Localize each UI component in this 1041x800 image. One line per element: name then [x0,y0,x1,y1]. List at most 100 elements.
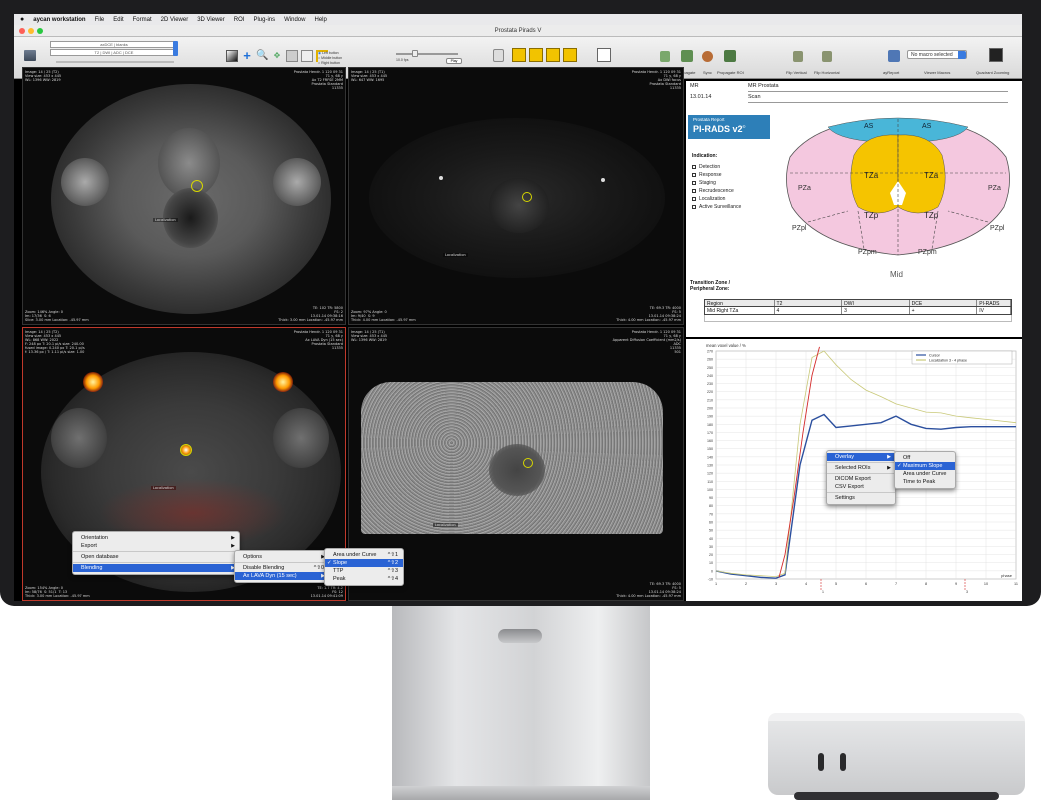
checkbox[interactable] [692,172,696,177]
checkbox[interactable] [692,196,696,201]
hp-layout-field-2[interactable]: T2 | DWI | ADC | DCE [50,49,176,56]
menu-item-options[interactable]: Options▶ [235,553,329,561]
curve-icon[interactable] [512,48,526,62]
menu-edit[interactable]: Edit [113,17,123,23]
flip-vertical-icon[interactable] [793,51,803,62]
zoom-window-button[interactable] [37,28,43,34]
menu-item-dicom-export[interactable]: DICOM Export [827,475,895,483]
curve-icon[interactable] [563,48,577,62]
viewport-t2[interactable]: Localization Image: 14 / 25 (T2) View si… [22,67,346,325]
hp-layout-slider[interactable] [56,61,174,63]
pirads-table: Region T2 DWI DCE PI-RADS Mid Right TZa 4 3 + IV [704,299,1012,322]
indication-item[interactable]: Detection [692,163,741,171]
y-tick-label: 170 [707,431,713,435]
menu-app-name[interactable]: aycan workstation [33,17,85,23]
sync-icon[interactable] [702,51,713,62]
viewer-macro-select[interactable]: No macro selected [907,50,967,59]
menu-help[interactable]: Help [314,17,326,23]
indication-item[interactable]: Localization [692,195,741,203]
menu-item-lava-dyn[interactable]: Ax LAVA Dyn (15 sec)▶ [235,572,329,580]
table-cell[interactable]: + [910,307,978,314]
reset-icon[interactable] [660,51,670,62]
menu-item-selected-rois[interactable]: Selected ROIs ▶ [827,464,895,472]
overlay-submenu: Off ✓ Maximum Slope Area under Curve Time… [894,451,956,489]
menu-item-area-under-curve-overlay[interactable]: Area under Curve [895,470,955,478]
quadrant-zooming-icon[interactable] [989,48,1003,62]
menu-plugins[interactable]: Plug-ins [253,17,275,23]
table-cell[interactable]: 3 [842,307,910,314]
overlay-bottom-right: TE: 102 TR: 5800 FS: 2 13.01.14 09:38:16… [278,306,343,322]
checkbox[interactable] [692,204,696,209]
menu-2d-viewer[interactable]: 2D Viewer [161,17,189,23]
menu-item-time-to-peak[interactable]: Time to Peak [895,478,955,486]
pan-icon[interactable]: ✥ [271,50,283,62]
menu-item-ttp[interactable]: TTP ^⇧3 [325,567,403,575]
menu-format[interactable]: Format [133,17,152,23]
mouse-tracking-icon[interactable] [597,48,611,62]
viewport-dwi[interactable]: Localization Image: 14 / 25 (T1) View si… [348,67,684,325]
checkbox[interactable] [692,188,696,193]
play-button[interactable]: Play [446,58,462,64]
roi-icon[interactable] [286,50,298,62]
indication-item[interactable]: Active Surveillance [692,203,741,211]
menu-item-peak[interactable]: Peak ^⇧4 [325,575,403,583]
propagate-icon[interactable] [681,50,693,62]
zone-tza-right: TZa [924,171,939,180]
flip-horizontal-icon[interactable] [822,51,832,62]
table-cell[interactable]: IV [977,307,1012,314]
indication-item[interactable]: Staging [692,179,741,187]
player-slider-thumb[interactable] [412,50,418,57]
player-slider[interactable] [396,53,458,55]
close-window-button[interactable] [19,28,25,34]
sync-label: Sync [703,70,712,75]
ayreport-icon[interactable] [888,50,900,62]
menu-item-slope[interactable]: ✓ Slope ^⇧2 [325,559,403,567]
indication-item[interactable]: Response [692,171,741,179]
zoom-icon[interactable]: 🔍 [256,50,268,62]
indication-item[interactable]: Recrudescence [692,187,741,195]
player-fps: 10.0 fps [396,58,409,62]
menu-item-csv-export[interactable]: CSV Export [827,483,895,491]
table-cell[interactable]: 4 [775,307,843,314]
curve-icon[interactable] [529,48,543,62]
propagate-roi-icon[interactable] [724,50,736,62]
menu-item-disable-blending[interactable]: Disable Blending ^⇧0 [235,564,329,572]
menu-item-export[interactable]: Export ▶ [73,542,239,550]
checkbox[interactable] [692,164,696,169]
menu-item-orientation[interactable]: Orientation ▶ [73,534,239,542]
database-icon[interactable] [24,50,36,61]
mac-mini [768,713,1025,800]
menu-roi[interactable]: ROI [234,17,245,23]
roi-circle[interactable] [191,180,203,192]
measure-icon[interactable] [301,50,313,62]
table-cell[interactable]: Mid Right TZa [705,307,775,314]
radio-right-button[interactable]: ○ Right button [318,61,342,66]
x-tick-label: 4 [805,582,807,586]
y-tick-label: 190 [707,415,713,419]
apple-icon[interactable]: ● [20,16,24,23]
menu-item-settings[interactable]: Settings [827,494,895,502]
table-header-cell: DCE [910,300,978,307]
menu-item-overlay[interactable]: Overlay ▶ [827,453,895,461]
menu-item-blending[interactable]: Blending▶ [73,564,239,572]
menu-window[interactable]: Window [284,17,305,23]
roi-circle[interactable] [522,192,532,202]
menu-item-open-database[interactable]: Open database [73,553,239,561]
menu-item-maximum-slope[interactable]: ✓ Maximum Slope [895,462,955,470]
checkbox[interactable] [692,180,696,185]
menu-file[interactable]: File [95,17,105,23]
roi-circle[interactable] [180,444,192,456]
overlay-top-right: Prostata Hendr. 1 120 09 31 71 y, 68 y A… [612,330,681,354]
hp-layout-field-1[interactable]: axDCE | blanks [50,41,176,48]
chevron-down-icon[interactable] [958,51,966,59]
crosshair-icon[interactable]: + [241,49,253,62]
window-level-icon[interactable] [226,50,238,62]
curve-icon[interactable] [546,48,560,62]
menu-item-off[interactable]: Off [895,454,955,462]
minimize-window-button[interactable] [28,28,34,34]
menu-item-area-under-curve[interactable]: Area under Curve ^⇧1 [325,551,403,559]
menu-3d-viewer[interactable]: 3D Viewer [197,17,225,23]
hp-stepper[interactable] [173,41,178,56]
baseline-correction-icon[interactable] [493,49,504,62]
roi-circle[interactable] [523,458,533,468]
